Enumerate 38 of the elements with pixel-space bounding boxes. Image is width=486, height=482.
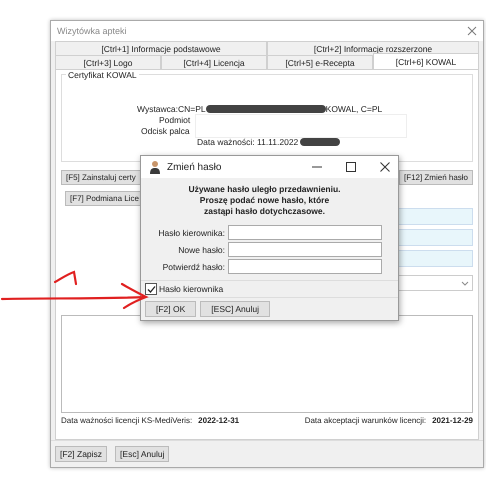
checkbox[interactable] <box>145 283 157 295</box>
window-title: Wizytówka apteki <box>57 26 127 36</box>
password-field[interactable] <box>228 242 382 257</box>
install-certificate-button[interactable]: [F5] Zainstaluj certy <box>61 170 141 185</box>
password-field[interactable] <box>228 259 382 274</box>
license-acceptance-date: 2021-12-29 <box>432 416 473 425</box>
validity-text: Data ważności: 11.11.2022 <box>197 136 298 146</box>
field-label: Potwierdź hasło: <box>162 262 225 272</box>
user-icon <box>149 160 161 174</box>
maximize-icon[interactable] <box>346 162 356 172</box>
tab[interactable]: [Ctrl+3] Logo <box>55 55 161 69</box>
checkbox-label: Hasło kierownika <box>159 284 224 294</box>
issuer-text: CN=PL <box>178 104 206 114</box>
dialog-button[interactable]: [ESC] Anuluj <box>200 301 270 317</box>
license-expiry-label: Data ważności licencji KS-MediVeris: <box>61 416 192 425</box>
tab[interactable]: [Ctrl+1] Informacje podstawowe <box>55 41 267 55</box>
password-field[interactable] <box>228 225 382 240</box>
license-acceptance-label: Data akceptacji warunków licencji: <box>304 416 426 425</box>
action-button[interactable]: [Esc] Anuluj <box>115 446 170 462</box>
tab[interactable]: [Ctrl+2] Informacje rozszerzone <box>267 41 479 55</box>
dialog-title: Zmień hasło <box>167 162 222 172</box>
dialog-button[interactable]: [F2] OK <box>145 301 196 317</box>
tab[interactable]: [Ctrl+4] Licencja <box>161 55 267 69</box>
fingerprint-label: Odcisk palca <box>141 126 190 136</box>
field-label: Nowe hasło: <box>178 244 225 254</box>
dialog-message: Używane hasło uległo przedawnieniu. Proszę podać nowe hasło, które zastąpi hasło dotychczasowe. <box>187 184 342 217</box>
close-icon[interactable] <box>380 162 390 172</box>
field-label: Hasło kierownika: <box>158 228 225 238</box>
license-expiry-date: 2022-12-31 <box>198 416 240 425</box>
tab[interactable]: [Ctrl+5] e-Recepta <box>267 55 373 69</box>
action-button[interactable]: [F2] Zapisz <box>55 446 108 462</box>
change-password-button[interactable]: [F12] Zmień hasło <box>398 170 473 185</box>
issuer-text: KOWAL, C=PL <box>326 104 382 114</box>
tab[interactable]: [Ctrl+6] KOWAL <box>373 53 479 69</box>
issuer-label: Wystawca: <box>137 104 178 114</box>
chevron-down-icon[interactable] <box>461 280 469 286</box>
group-title: Certyfikat KOWAL <box>66 70 139 80</box>
subject-label: Podmiot <box>159 114 190 124</box>
